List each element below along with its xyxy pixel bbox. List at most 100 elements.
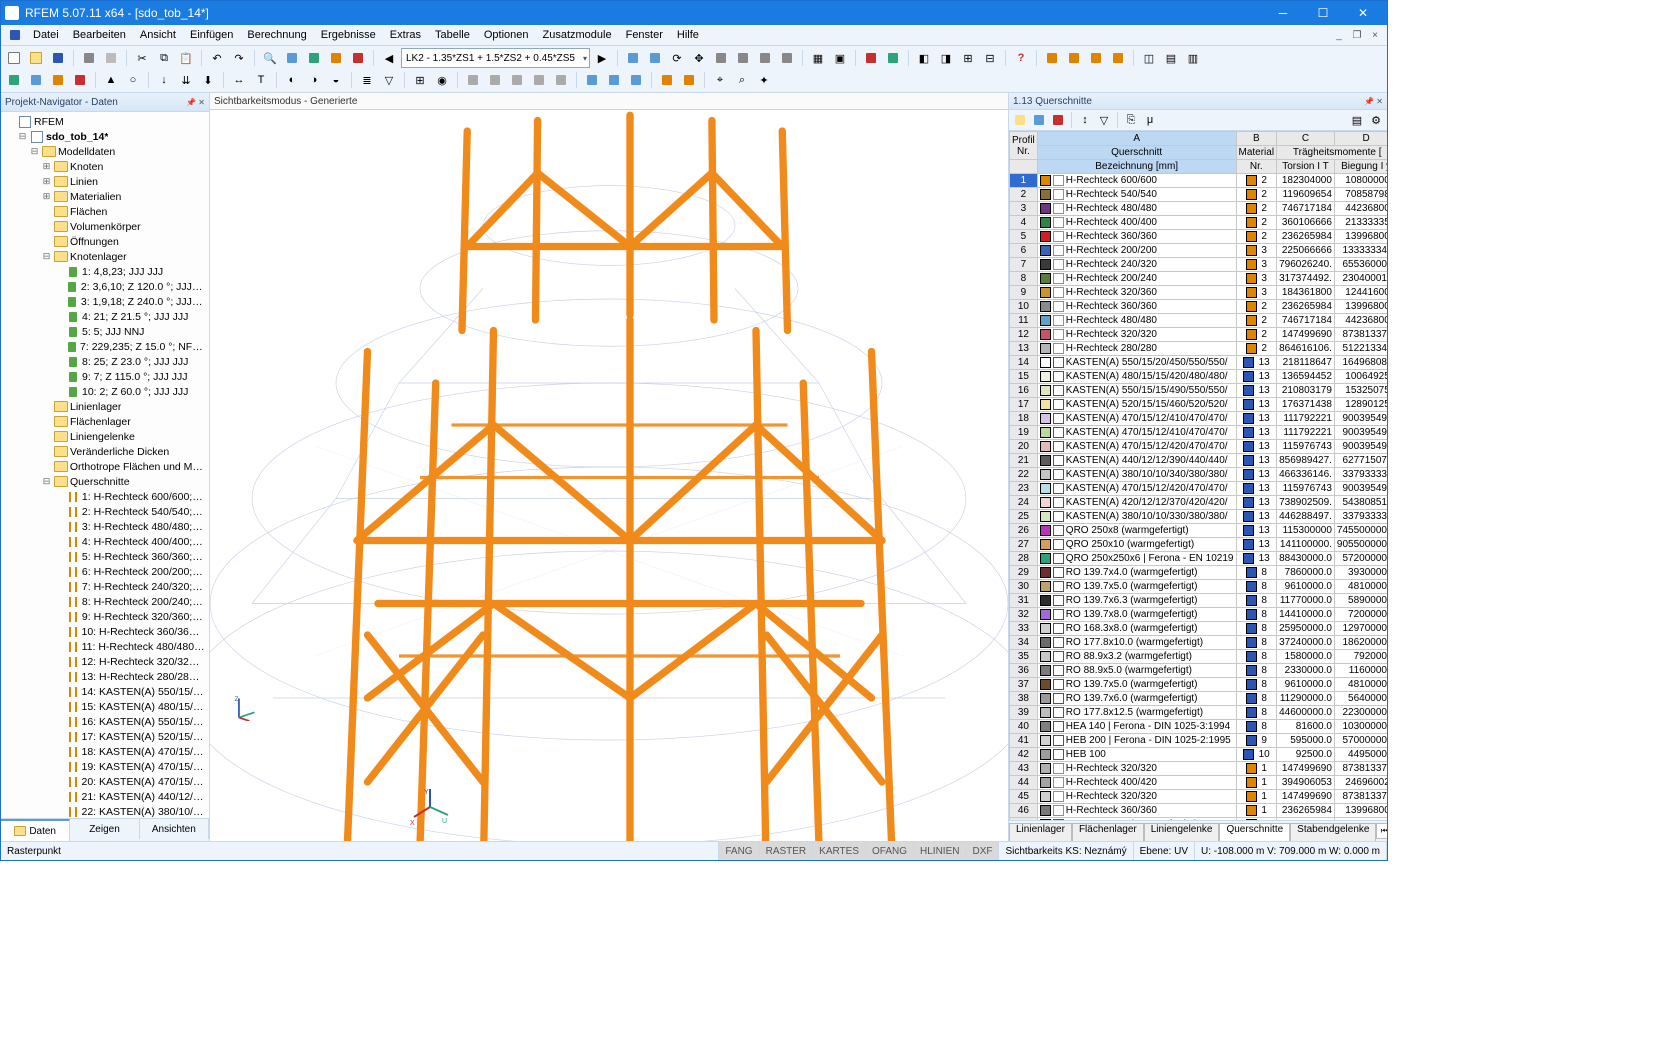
view-iso-icon[interactable] bbox=[711, 48, 731, 68]
tbl-del-icon[interactable] bbox=[1049, 111, 1067, 129]
win1-icon[interactable]: ◫ bbox=[1139, 48, 1159, 68]
tbl-cols-icon[interactable]: ▤ bbox=[1348, 111, 1366, 129]
table-row[interactable]: 37RO 139.7x5.0 (warmgefertigt) 89610000.… bbox=[1010, 678, 1388, 692]
win2-icon[interactable]: ▤ bbox=[1161, 48, 1181, 68]
menu-ergebnisse[interactable]: Ergebnisse bbox=[315, 27, 382, 43]
navigator-tree[interactable]: RFEM⊟sdo_tob_14*⊟Modelldaten⊞Knoten⊞Lini… bbox=[1, 112, 209, 818]
grid4-icon[interactable] bbox=[1108, 48, 1128, 68]
load1-icon[interactable]: ↓ bbox=[154, 70, 174, 90]
table-row[interactable]: 10H-Rechteck 360/360 2236265984139968000 bbox=[1010, 300, 1388, 314]
table-row[interactable]: 20KASTEN(A) 470/15/12/420/470/470/ 13115… bbox=[1010, 440, 1388, 454]
table-row[interactable]: 32RO 139.7x8.0 (warmgefertigt) 814410000… bbox=[1010, 608, 1388, 622]
table-row[interactable]: 23KASTEN(A) 470/15/12/420/470/470/ 13115… bbox=[1010, 482, 1388, 496]
table-row[interactable]: 3H-Rechteck 480/480 2746717184442368000 bbox=[1010, 202, 1388, 216]
tb2-e-icon[interactable] bbox=[551, 70, 571, 90]
table-row[interactable]: 40HEA 140 | Ferona - DIN 1025-3:1994 881… bbox=[1010, 720, 1388, 734]
tbl-opt-icon[interactable]: ⚙ bbox=[1367, 111, 1385, 129]
load3-icon[interactable]: ⬇ bbox=[198, 70, 218, 90]
nav-tab-ansichten[interactable]: Ansichten bbox=[140, 819, 209, 839]
misc4-icon[interactable]: ⊟ bbox=[980, 48, 1000, 68]
table-row[interactable]: 46H-Rechteck 360/360 1236265984139968000 bbox=[1010, 804, 1388, 818]
zoom-window-icon[interactable] bbox=[623, 48, 643, 68]
tb2-a-icon[interactable] bbox=[463, 70, 483, 90]
table-grid-wrap[interactable]: ProfilNr.ABCD▲QuerschnittMaterialTräghei… bbox=[1009, 131, 1387, 820]
table-row[interactable]: 38RO 139.7x6.0 (warmgefertigt) 811290000… bbox=[1010, 692, 1388, 706]
table-row[interactable]: 7H-Rechteck 240/320 3796026240.655360000… bbox=[1010, 258, 1388, 272]
menu-extras[interactable]: Extras bbox=[384, 27, 427, 43]
line-icon[interactable] bbox=[26, 70, 46, 90]
table-row[interactable]: 28QRO 250x250x6 | Ferona - EN 10219 1388… bbox=[1010, 552, 1388, 566]
preview-icon[interactable] bbox=[101, 48, 121, 68]
tb2-h-icon[interactable] bbox=[626, 70, 646, 90]
model-icon[interactable] bbox=[326, 48, 346, 68]
cut-icon[interactable]: ✂ bbox=[132, 48, 152, 68]
table-row[interactable]: 5H-Rechteck 360/360 2236265984139968000 bbox=[1010, 230, 1388, 244]
print-icon[interactable] bbox=[79, 48, 99, 68]
open-icon[interactable] bbox=[26, 48, 46, 68]
status-dxf[interactable]: DXF bbox=[966, 842, 999, 860]
table-row[interactable]: 9H-Rechteck 320/360 3184361800124416000 bbox=[1010, 286, 1388, 300]
grid-icon[interactable]: ⊞ bbox=[410, 70, 430, 90]
redo-icon[interactable]: ↷ bbox=[229, 48, 249, 68]
minimize-button[interactable]: ─ bbox=[1263, 1, 1303, 25]
nav-icon[interactable] bbox=[282, 48, 302, 68]
loadcase-combo[interactable]: LK2 - 1.35*ZS1 + 1.5*ZS2 + 0.45*ZS5 bbox=[401, 48, 590, 68]
table-row[interactable]: 1H-Rechteck 600/600 2182304000108000000 bbox=[1010, 174, 1388, 188]
tab-liniengelenke[interactable]: Liniengelenke bbox=[1144, 823, 1220, 842]
mdi-restore[interactable]: ❐ bbox=[1349, 30, 1365, 41]
grid2-icon[interactable] bbox=[1064, 48, 1084, 68]
vis1-icon[interactable]: ◐ bbox=[282, 70, 302, 90]
table-row[interactable]: 45H-Rechteck 320/320 1147499690873813376… bbox=[1010, 790, 1388, 804]
grid1-icon[interactable] bbox=[1042, 48, 1062, 68]
vis3-icon[interactable]: ◒ bbox=[326, 70, 346, 90]
misc2-icon[interactable]: ◨ bbox=[936, 48, 956, 68]
table-row[interactable]: 25KASTEN(A) 380/10/10/330/380/380/ 13446… bbox=[1010, 510, 1388, 524]
status-hlinien[interactable]: HLINIEN bbox=[914, 842, 966, 860]
filter-icon[interactable]: ▽ bbox=[379, 70, 399, 90]
tbl-sort-icon[interactable]: ↕ bbox=[1076, 111, 1094, 129]
menu-fenster[interactable]: Fenster bbox=[620, 27, 669, 43]
help-icon[interactable]: ? bbox=[1011, 48, 1031, 68]
results-icon[interactable] bbox=[883, 48, 903, 68]
nav-tab-zeigen[interactable]: Zeigen bbox=[70, 819, 139, 839]
table-row[interactable]: 12H-Rechteck 320/320 2147499690873813376… bbox=[1010, 328, 1388, 342]
tb2-b-icon[interactable] bbox=[485, 70, 505, 90]
mdi-minimize[interactable]: _ bbox=[1331, 30, 1347, 41]
select2-icon[interactable]: ▣ bbox=[830, 48, 850, 68]
tbl-new-icon[interactable] bbox=[1011, 111, 1029, 129]
tab-linienlager[interactable]: Linienlager bbox=[1009, 823, 1072, 842]
table-row[interactable]: 22KASTEN(A) 380/10/10/340/380/380/ 13466… bbox=[1010, 468, 1388, 482]
node-icon[interactable] bbox=[4, 70, 24, 90]
table-row[interactable]: 24KASTEN(A) 420/12/12/370/420/420/ 13738… bbox=[1010, 496, 1388, 510]
tab-stabendgelenke[interactable]: Stabendgelenke bbox=[1290, 823, 1376, 842]
layer-icon[interactable]: ≣ bbox=[357, 70, 377, 90]
menu-berechnung[interactable]: Berechnung bbox=[241, 27, 312, 43]
load2-icon[interactable]: ⇊ bbox=[176, 70, 196, 90]
table-row[interactable]: 6H-Rechteck 200/200 3225066666133333344. bbox=[1010, 244, 1388, 258]
snap-icon[interactable]: ◉ bbox=[432, 70, 452, 90]
zoom-extents-icon[interactable] bbox=[645, 48, 665, 68]
support-icon[interactable]: ▲ bbox=[101, 70, 121, 90]
table-row[interactable]: 33RO 168.3x8.0 (warmgefertigt) 825950000… bbox=[1010, 622, 1388, 636]
table-icon[interactable] bbox=[304, 48, 324, 68]
menu-tabelle[interactable]: Tabelle bbox=[429, 27, 476, 43]
undo-icon[interactable]: ↶ bbox=[207, 48, 227, 68]
win3-icon[interactable]: ▥ bbox=[1183, 48, 1203, 68]
table-row[interactable]: 29RO 139.7x4.0 (warmgefertigt) 87860000.… bbox=[1010, 566, 1388, 580]
menu-zusatzmodule[interactable]: Zusatzmodule bbox=[537, 27, 618, 43]
tab-first-icon[interactable]: ⏮ bbox=[1376, 823, 1388, 839]
rotate-icon[interactable]: ⟳ bbox=[667, 48, 687, 68]
menu-hilfe[interactable]: Hilfe bbox=[671, 27, 705, 43]
view-z-icon[interactable] bbox=[777, 48, 797, 68]
close-button[interactable]: ✕ bbox=[1343, 1, 1383, 25]
table-row[interactable]: 34RO 177.8x10.0 (warmgefertigt) 83724000… bbox=[1010, 636, 1388, 650]
menu-optionen[interactable]: Optionen bbox=[478, 27, 535, 43]
new-icon[interactable] bbox=[4, 48, 24, 68]
menu-einfuegen[interactable]: Einfügen bbox=[184, 27, 239, 43]
status-fang[interactable]: FANG bbox=[719, 842, 759, 860]
dim-icon[interactable]: ↔ bbox=[229, 70, 249, 90]
table-row[interactable]: 13H-Rechteck 280/280 2864616106.51221334… bbox=[1010, 342, 1388, 356]
table-row[interactable]: 43H-Rechteck 320/320 1147499690873813376… bbox=[1010, 762, 1388, 776]
table-row[interactable]: 19KASTEN(A) 470/15/12/410/470/470/ 13111… bbox=[1010, 426, 1388, 440]
tab-querschnitte[interactable]: Querschnitte bbox=[1219, 823, 1290, 842]
